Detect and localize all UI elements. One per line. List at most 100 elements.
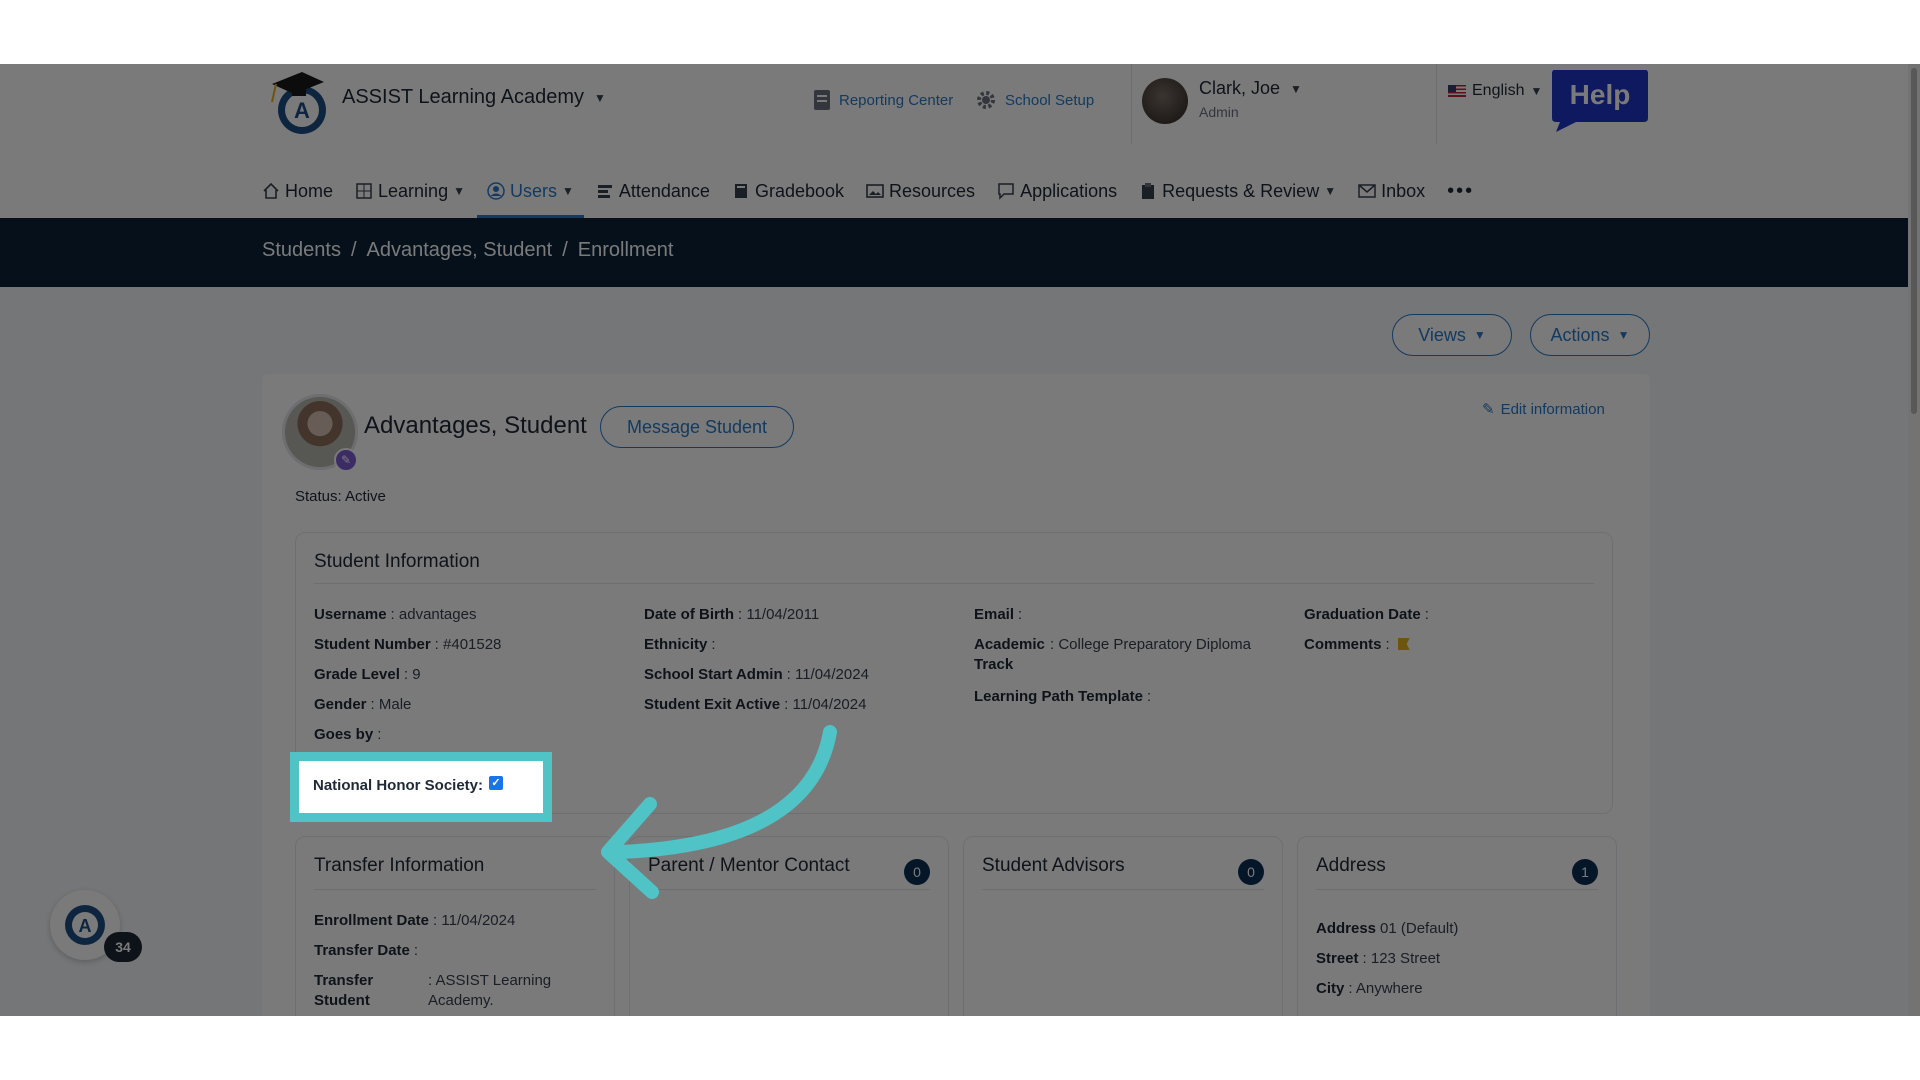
- message-student-button[interactable]: Message Student: [600, 406, 794, 448]
- school-logo-icon[interactable]: A: [262, 66, 332, 138]
- field-label: Learning Path Template: [974, 688, 1143, 705]
- info-column-2: Date of Birth: 11/04/2011 Ethnicity: Sch…: [644, 605, 869, 725]
- field-label: Transfer Student: [314, 972, 374, 1009]
- info-row: Goes by:: [314, 725, 501, 755]
- actions-dropdown[interactable]: Actions ▼: [1530, 314, 1650, 356]
- field-value: : #401528: [434, 636, 502, 653]
- school-setup-label: School Setup: [1005, 91, 1095, 109]
- info-row: Gender: Male: [314, 695, 501, 725]
- student-name: Advantages, Student: [364, 412, 587, 439]
- breadcrumb: Students / Advantages, Student / Enrollm…: [262, 239, 673, 262]
- field-value: : advantages: [390, 606, 477, 623]
- reporting-center-link[interactable]: Reporting Center: [813, 89, 953, 111]
- divider: [982, 889, 1264, 890]
- school-setup-link[interactable]: School Setup: [975, 89, 1094, 111]
- school-switcher[interactable]: ASSIST Learning Academy ▼: [342, 86, 606, 109]
- svg-text:A: A: [79, 916, 92, 936]
- field-label: Transfer Date: [314, 942, 410, 959]
- divider: [314, 889, 596, 890]
- info-row: City: Anywhere: [1316, 979, 1458, 1009]
- field-label: Student Exit Active: [644, 696, 781, 713]
- reporting-center-label: Reporting Center: [839, 91, 954, 109]
- field-label: Email: [974, 606, 1015, 623]
- school-name: ASSIST Learning Academy: [342, 86, 584, 108]
- field-value: :: [1146, 688, 1152, 705]
- nav-inbox[interactable]: Inbox: [1358, 164, 1435, 218]
- nav-label: Users: [509, 180, 557, 201]
- info-row: Username: advantages: [314, 605, 501, 635]
- section-title: Transfer Information: [314, 855, 485, 876]
- pencil-icon[interactable]: ✎: [334, 448, 358, 472]
- section-title: Address: [1316, 855, 1386, 876]
- nav-requests-review[interactable]: Requests & Review ▼: [1139, 164, 1346, 218]
- student-advisors-card: Student Advisors 0: [963, 836, 1283, 1016]
- field-value: :: [1424, 606, 1429, 623]
- list-icon: [597, 185, 612, 198]
- address-card: Address 1 Address 01 (Default) Street: 1…: [1297, 836, 1617, 1016]
- national-honor-society-highlight: National Honor Society: ✓: [290, 752, 552, 822]
- info-row: Ethnicity:: [644, 635, 869, 665]
- count-badge: 0: [904, 859, 930, 885]
- nav-users[interactable]: Users ▼: [476, 164, 584, 218]
- student-status: Status: Active: [295, 488, 386, 505]
- svg-text:A: A: [294, 98, 310, 123]
- field-label: Goes by: [314, 726, 374, 743]
- chevron-down-icon: ▼: [1473, 328, 1486, 342]
- field-value: : 11/04/2024: [784, 696, 867, 713]
- help-button[interactable]: Help: [1550, 68, 1650, 134]
- info-column-3: Email: Academic Track: College Preparato…: [974, 605, 1274, 717]
- breadcrumb-separator: /: [562, 239, 568, 261]
- nav-more[interactable]: •••: [1447, 164, 1484, 218]
- info-row: Transfer Date:: [314, 941, 558, 971]
- language-label: English: [1472, 82, 1525, 99]
- breadcrumb-students[interactable]: Students: [262, 239, 341, 262]
- count-badge: 1: [1572, 859, 1598, 885]
- national-honor-society-label: National Honor Society:: [313, 777, 484, 794]
- language-selector[interactable]: English ▼: [1448, 82, 1542, 100]
- edit-information-link[interactable]: ✎ Edit information: [1482, 400, 1605, 419]
- home-icon: [263, 182, 279, 199]
- field-label: Enrollment Date: [314, 912, 430, 929]
- views-dropdown[interactable]: Views ▼: [1392, 314, 1512, 356]
- document-icon: [814, 90, 830, 110]
- field-value: : 11/04/2024: [786, 666, 869, 683]
- nav-attendance[interactable]: Attendance: [596, 164, 720, 218]
- info-row: Grade Level: 9: [314, 665, 501, 695]
- nav-label: Attendance: [618, 180, 710, 201]
- breadcrumb-enrollment: Enrollment: [577, 239, 674, 261]
- chevron-down-icon: ▼: [1617, 328, 1630, 342]
- field-value: :: [711, 636, 716, 653]
- field-label: Username: [314, 606, 387, 623]
- top-header: A ASSIST Learning Academy ▼ Reporting Ce…: [0, 64, 1920, 218]
- us-flag-icon: [1448, 85, 1466, 97]
- nav-learning[interactable]: Learning ▼: [355, 164, 475, 218]
- info-row: Street: 123 Street: [1316, 949, 1458, 979]
- info-row: Student Number: #401528: [314, 635, 501, 665]
- user-menu[interactable]: Clark, Joe ▼: [1199, 78, 1302, 99]
- info-row: Email:: [974, 605, 1274, 635]
- nav-label: Requests & Review: [1162, 180, 1320, 201]
- mail-icon: [1358, 184, 1376, 198]
- actions-label: Actions: [1550, 324, 1610, 345]
- user-avatar[interactable]: [1142, 78, 1188, 124]
- nav-resources[interactable]: Resources: [866, 164, 985, 218]
- field-label: Student Number: [314, 636, 431, 653]
- flag-icon[interactable]: [1397, 638, 1410, 650]
- scrollbar-thumb[interactable]: [1911, 68, 1917, 414]
- comment-icon: [998, 183, 1014, 200]
- info-column-1: Username: advantages Student Number: #40…: [314, 605, 501, 755]
- field-value: : ASSIST Learning Academy.: [428, 972, 552, 1009]
- field-label: City: [1316, 980, 1345, 997]
- chevron-down-icon: ▼: [453, 184, 465, 198]
- national-honor-society-checkbox[interactable]: ✓: [489, 775, 504, 790]
- nav-applications[interactable]: Applications: [997, 164, 1127, 218]
- field-value: : 11/04/2011: [738, 606, 820, 623]
- field-value: : 9: [403, 666, 421, 683]
- divider: [1316, 889, 1598, 890]
- nav-gradebook[interactable]: Gradebook: [732, 164, 854, 218]
- count-badge: 0: [1238, 859, 1264, 885]
- field-label: Academic Track: [974, 636, 1045, 673]
- breadcrumb-student[interactable]: Advantages, Student: [367, 239, 553, 262]
- nav-home[interactable]: Home: [262, 164, 343, 218]
- nav-label: Resources: [889, 180, 976, 201]
